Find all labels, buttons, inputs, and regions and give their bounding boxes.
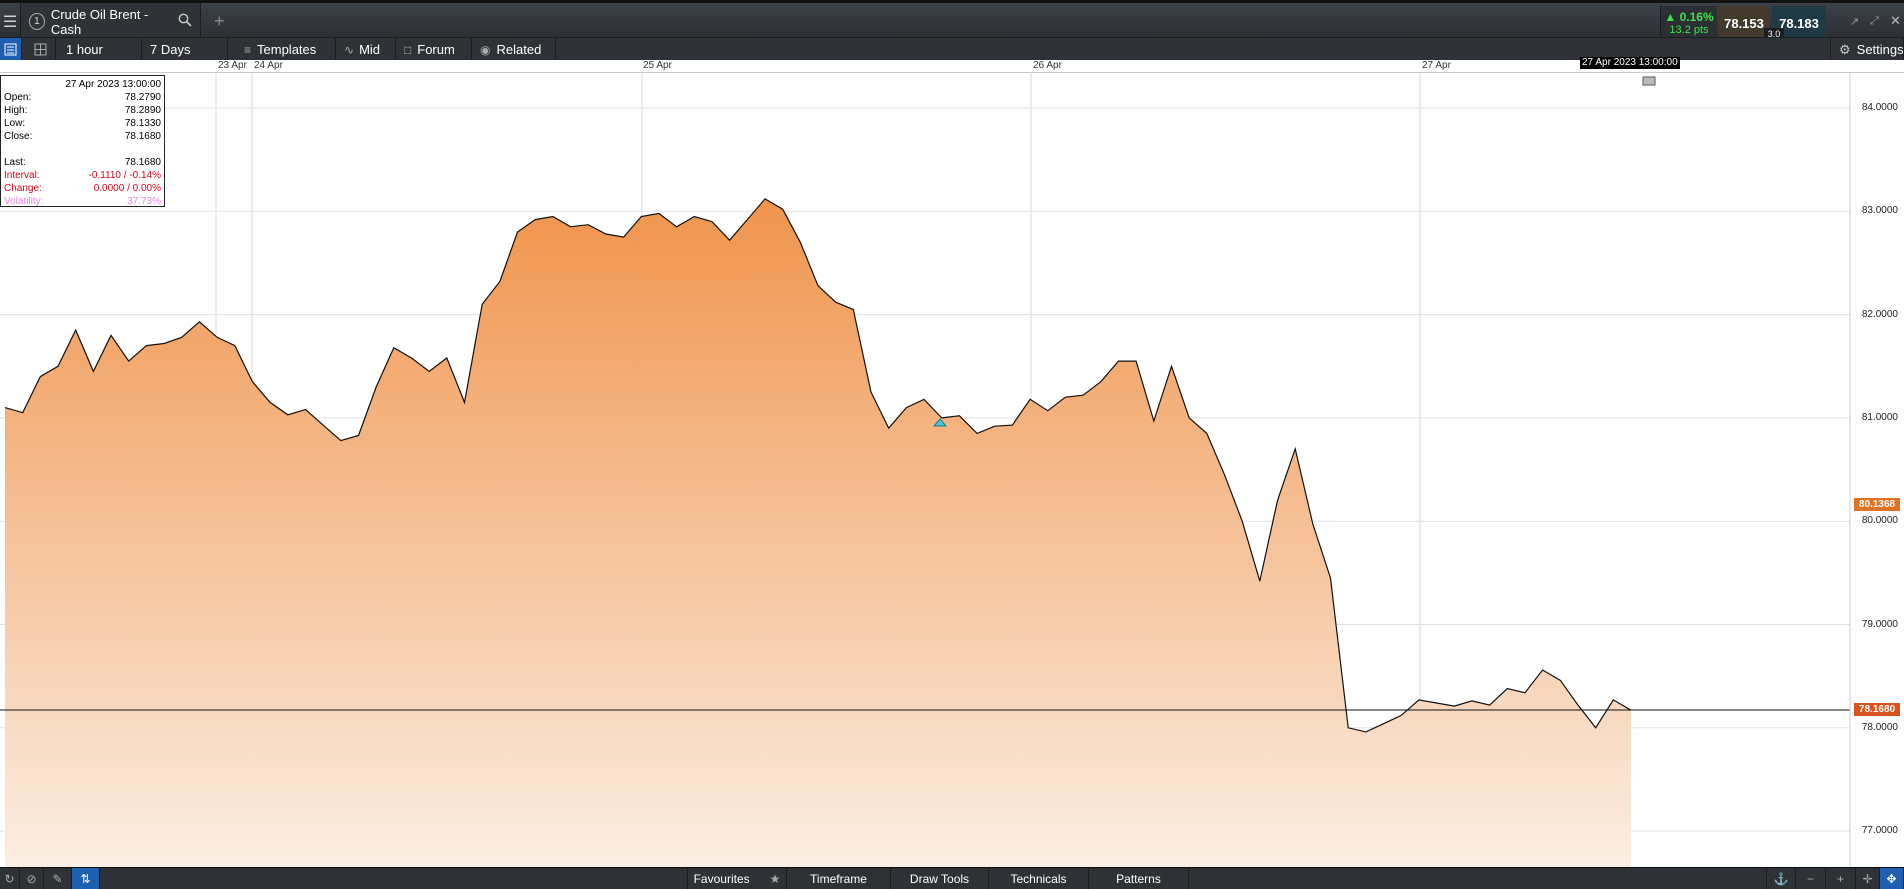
crosshair-icon[interactable]: ✛ (1856, 868, 1880, 889)
timeframe-button[interactable]: Timeframe (787, 868, 891, 889)
draw-tools-button[interactable]: Draw Tools (891, 868, 989, 889)
detach-icon[interactable]: ↗ (1850, 15, 1859, 28)
date-label: 27 Apr (1422, 60, 1451, 71)
sell-price-button[interactable]: 78.153 (1718, 6, 1770, 40)
price-chart[interactable] (0, 72, 1904, 867)
instrument-tab[interactable]: ☰ 1 Crude Oil Brent - Cash (0, 3, 201, 40)
interval-stat-value: -0.1110 / -0.14% (88, 170, 161, 181)
add-tab-icon[interactable]: + (214, 11, 225, 32)
tab-title: Crude Oil Brent - Cash (50, 6, 149, 37)
change-label: Change: (4, 183, 42, 194)
top-bar: ☰ 1 Crude Oil Brent - Cash + ▲ 0.16% 13.… (0, 0, 1904, 40)
timeframe-label: Timeframe (810, 871, 867, 886)
settings-button[interactable]: ⚙ Settings (1830, 38, 1904, 61)
price-tick-label: 84.0000 (1861, 102, 1898, 113)
high-value: 78.2890 (124, 105, 161, 116)
mid-button[interactable]: ∿ Mid (336, 38, 396, 61)
date-label: 25 Apr (643, 60, 672, 71)
templates-button[interactable]: ≡ Templates (236, 38, 336, 61)
bottom-toolbar: ↻ ⊘ ✎ ⇅ Favourites ★ Timeframe Draw Tool… (0, 867, 1904, 889)
open-value: 78.2790 (124, 92, 161, 103)
time-cursor-handle[interactable] (1642, 76, 1656, 86)
crosshair-toggle-icon[interactable]: ⇅ (72, 868, 100, 889)
current-price-tag: 78.1680 (1854, 703, 1900, 716)
technicals-button[interactable]: Technicals (989, 868, 1089, 889)
technicals-label: Technicals (1010, 871, 1067, 886)
favourites-label: Favourites (693, 871, 750, 886)
buy-price: 78.183 (1779, 15, 1819, 31)
change-points: 13.2 pts (1669, 24, 1709, 36)
marker-price-tag: 80.1368 (1854, 498, 1900, 511)
ohlc-date: 27 Apr 2023 13:00:00 (65, 79, 161, 90)
expand-icon[interactable]: ⤢ (1870, 15, 1879, 28)
zoom-in-icon[interactable]: + (1826, 868, 1856, 889)
menu-icon[interactable]: ☰ (0, 3, 21, 40)
patterns-button[interactable]: Patterns (1089, 868, 1189, 889)
last-value: 78.1680 (124, 157, 161, 168)
templates-label: Templates (257, 42, 317, 57)
price-area (5, 198, 1631, 867)
draw-tools-label: Draw Tools (909, 871, 970, 886)
volatility-value: 37.73% (127, 196, 161, 207)
change-value: 0.0000 / 0.00% (93, 183, 161, 194)
related-label: Related (496, 42, 542, 57)
date-label: 26 Apr (1033, 60, 1062, 71)
change-percent: ▲ 0.16% (1664, 10, 1714, 24)
zoom-out-icon[interactable]: − (1796, 868, 1826, 889)
gear-icon: ⚙ (1839, 41, 1851, 57)
close-value: 78.1680 (124, 131, 161, 142)
star-icon: ★ (769, 871, 781, 886)
sell-price: 78.153 (1724, 15, 1764, 31)
price-tick-label: 78.0000 (1861, 721, 1898, 733)
price-tick-label: 82.0000 (1861, 308, 1898, 320)
range-select[interactable]: 7 Days (142, 38, 228, 61)
volatility-label: Volatility: (4, 196, 44, 207)
search-icon[interactable] (178, 13, 192, 30)
open-label: Open: (4, 92, 32, 103)
low-value: 78.1330 (124, 118, 161, 129)
chat-icon: □ (404, 42, 412, 57)
anchor-icon[interactable]: ⚓ (1766, 868, 1796, 889)
low-label: Low: (4, 118, 26, 129)
interval-label: 1 hour (66, 42, 103, 57)
price-tick-label: 81.0000 (1861, 411, 1898, 423)
grid-view-icon[interactable] (22, 38, 56, 61)
date-label: 23 Apr (218, 60, 247, 71)
block-icon[interactable]: ⊘ (20, 868, 44, 889)
close-icon[interactable]: ✕ (1890, 13, 1901, 29)
range-label: 7 Days (150, 42, 191, 57)
close-label: Close: (4, 131, 33, 142)
templates-icon: ≡ (244, 42, 252, 57)
eye-icon: ◉ (480, 42, 491, 57)
price-tick-label: 80.0000 (1861, 515, 1898, 527)
ohlc-info-panel: 27 Apr 2023 13:00:00 Open: 78.2790 High: 7… (0, 75, 165, 207)
price-tick-label: 79.0000 (1861, 618, 1898, 630)
list-view-icon[interactable] (0, 38, 22, 61)
forum-label: Forum (417, 42, 455, 57)
refresh-icon[interactable]: ↻ (0, 868, 20, 889)
price-tick-label: 83.0000 (1861, 205, 1898, 217)
forum-button[interactable]: □ Forum (396, 38, 472, 61)
favourites-button[interactable]: Favourites ★ (687, 868, 787, 889)
price-tick-label: 77.0000 (1861, 825, 1898, 837)
related-button[interactable]: ◉ Related (472, 38, 556, 61)
patterns-label: Patterns (1116, 871, 1161, 886)
interval-stat-label: Interval: (4, 170, 40, 181)
last-label: Last: (4, 157, 26, 168)
tab-number: 1 (29, 13, 45, 30)
date-label: 24 Apr (254, 60, 283, 71)
settings-label: Settings (1856, 42, 1904, 57)
interval-select[interactable]: 1 hour (56, 38, 142, 61)
change-quote: ▲ 0.16% 13.2 pts (1660, 6, 1717, 40)
cursor-date-label: 27 Apr 2023 13:00:00 (1580, 57, 1680, 69)
mid-label: Mid (359, 42, 381, 57)
line-chart-icon: ∿ (344, 42, 355, 57)
high-label: High: (4, 105, 28, 116)
fit-screen-icon[interactable]: ✥ (1880, 868, 1904, 889)
pencil-icon[interactable]: ✎ (44, 868, 72, 889)
